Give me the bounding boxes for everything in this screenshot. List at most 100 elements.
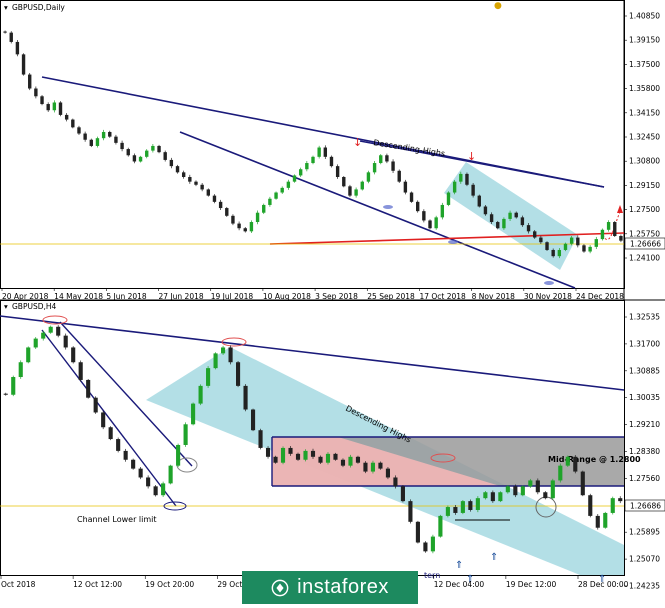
candle (514, 212, 518, 218)
candle (71, 347, 76, 363)
candle (268, 198, 272, 205)
candle (588, 246, 592, 252)
candle (157, 145, 161, 153)
x-tick-label: 19 Jul 2018 (211, 292, 254, 301)
candle (422, 211, 426, 221)
candle (33, 338, 38, 348)
candle (423, 542, 428, 552)
candle (11, 377, 16, 395)
candle (508, 212, 512, 219)
candle (526, 225, 531, 232)
candle (46, 104, 50, 111)
candle (21, 54, 26, 75)
candle (335, 166, 340, 178)
candle (551, 249, 555, 257)
candle (468, 501, 473, 510)
y-tick-label: 1.30885 (629, 366, 660, 375)
candle (206, 368, 211, 386)
x-tick-label: 5 Jun 2018 (106, 292, 147, 301)
y-tick-label: 1.25750 (629, 229, 660, 238)
daily-marker-2 (448, 240, 458, 244)
candle (64, 114, 69, 120)
watermark-text: instaforex (297, 576, 389, 598)
candle (513, 486, 518, 496)
candle (243, 385, 248, 410)
candle (438, 515, 443, 537)
candle (95, 138, 100, 146)
candle (348, 456, 353, 466)
candle (378, 462, 383, 469)
candle (191, 403, 196, 425)
candle (40, 96, 44, 105)
candle (354, 189, 358, 196)
candle (333, 453, 338, 460)
candle (218, 201, 223, 209)
candle (445, 507, 450, 516)
x-tick-label: 20 Apr 2018 (2, 292, 49, 301)
candle (415, 201, 420, 212)
candle (151, 145, 155, 151)
x-tick-label: 19 Oct 20:00 (145, 580, 194, 589)
candle (212, 195, 217, 202)
candle (498, 492, 503, 502)
candle (446, 192, 451, 205)
candle (262, 204, 266, 213)
candle (342, 177, 346, 187)
daily-y-axis: 1.40850 1.39150 1.37500 1.35800 1.34150 1.324… (624, 12, 660, 263)
x-tick-label: 8 Nov 2018 (472, 292, 515, 301)
candle (348, 186, 352, 196)
y-tick-label: 1.24235 (629, 582, 660, 591)
candle (249, 222, 254, 232)
x-tick-label: 12 Oct 12:00 (73, 580, 122, 589)
candle (595, 515, 600, 528)
candle (483, 206, 488, 215)
candle (543, 492, 548, 499)
candle (535, 480, 540, 493)
y-tick-label: 1.39150 (629, 36, 660, 45)
candle (169, 159, 174, 167)
y-tick-label: 1.27500 (629, 205, 660, 214)
candle (71, 119, 75, 128)
candle (200, 184, 204, 190)
candle (452, 181, 457, 193)
y-tick-label: 1.25895 (629, 528, 660, 537)
candle (576, 237, 580, 246)
candle (161, 483, 166, 496)
candle (292, 175, 297, 182)
daily-projection-arrowhead (617, 205, 623, 213)
candle (310, 450, 316, 457)
candle (317, 147, 321, 157)
candle (545, 242, 549, 250)
candle (573, 456, 578, 472)
candle (280, 447, 286, 463)
candle (83, 133, 87, 140)
candle (502, 218, 506, 229)
candle (52, 102, 57, 111)
daily-title: GBPUSD,Daily (12, 3, 65, 12)
candle (206, 189, 211, 196)
candle (393, 477, 398, 487)
candle (613, 222, 617, 236)
candle (18, 362, 23, 378)
daily-scroll-icon[interactable]: ● (494, 1, 502, 11)
candle (520, 217, 525, 226)
candle (225, 208, 229, 216)
candle (311, 156, 315, 164)
y-tick-label: 1.32450 (629, 133, 660, 142)
candle (58, 102, 63, 115)
candle (305, 163, 309, 170)
candle (108, 427, 113, 440)
candle (477, 195, 481, 207)
candle (483, 492, 488, 499)
candle (569, 237, 574, 244)
candle (397, 170, 401, 182)
candle (176, 444, 181, 466)
candle (459, 173, 463, 182)
candle (539, 237, 543, 243)
daily-marker-3 (544, 281, 554, 285)
candle (101, 412, 106, 428)
candle (550, 480, 555, 499)
x-tick-label: 25 Sep 2018 (367, 292, 415, 301)
candle (108, 131, 112, 137)
candle (126, 149, 130, 156)
